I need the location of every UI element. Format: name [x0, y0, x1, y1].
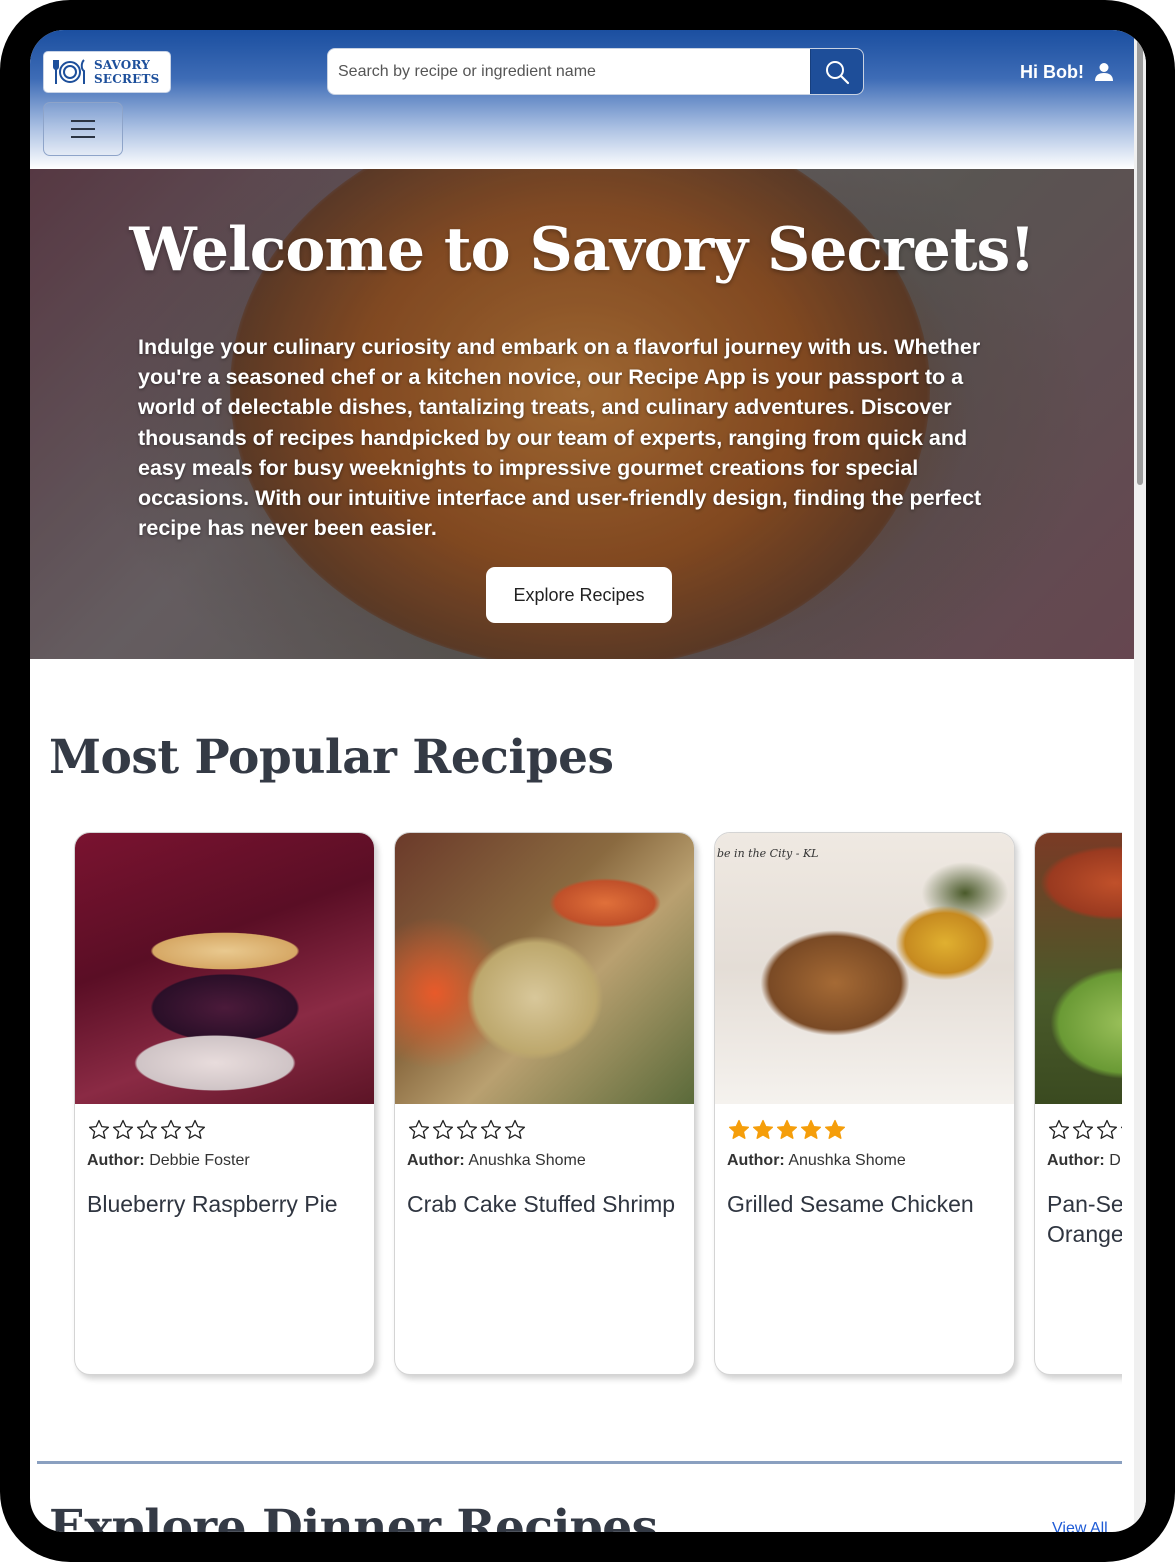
logo-line-2: SECRETS: [94, 72, 160, 86]
author-label: Author:: [87, 1152, 145, 1169]
author-label: Author:: [1047, 1152, 1105, 1169]
star-filled-icon[interactable]: [775, 1118, 799, 1142]
recipe-card[interactable]: Author: Debbie Foster Blueberry Raspberr…: [74, 832, 375, 1375]
scrollbar-thumb[interactable]: [1137, 40, 1143, 485]
star-outline-icon[interactable]: [431, 1118, 455, 1142]
star-filled-icon[interactable]: [727, 1118, 751, 1142]
recipe-author: Author: Anushka Shome: [407, 1152, 682, 1170]
recipe-author: Author: D: [1047, 1152, 1122, 1170]
star-filled-icon[interactable]: [823, 1118, 847, 1142]
author-name: Debbie Foster: [149, 1152, 250, 1169]
star-outline-icon[interactable]: [1119, 1118, 1122, 1142]
recipe-image: [1035, 833, 1122, 1104]
greeting-text: Hi Bob!: [1020, 61, 1084, 82]
image-caption: be in the City - KL: [717, 847, 819, 860]
logo-line-1: SAVORY: [94, 58, 151, 72]
user-greeting[interactable]: Hi Bob!: [1020, 60, 1114, 84]
screen: SAVORY SECRETS Hi Bob!: [30, 30, 1146, 1532]
star-outline-icon[interactable]: [111, 1118, 135, 1142]
recipe-title[interactable]: Blueberry Raspberry Pie: [87, 1189, 362, 1219]
recipe-image: [395, 833, 694, 1104]
star-outline-icon[interactable]: [1095, 1118, 1119, 1142]
author-label: Author:: [407, 1152, 465, 1169]
section-divider: [37, 1461, 1122, 1464]
recipe-title[interactable]: Pan-Se Orange: [1047, 1189, 1122, 1249]
plate-cutlery-icon: [53, 59, 85, 84]
recipe-author: Author: Debbie Foster: [87, 1152, 362, 1170]
star-outline-icon[interactable]: [183, 1118, 207, 1142]
hero-title: Welcome to Savory Secrets!: [129, 215, 1035, 285]
search-button[interactable]: [810, 49, 863, 94]
star-filled-icon[interactable]: [751, 1118, 775, 1142]
star-filled-icon[interactable]: [799, 1118, 823, 1142]
site-header: SAVORY SECRETS Hi Bob!: [30, 30, 1134, 169]
logo[interactable]: SAVORY SECRETS: [43, 51, 171, 93]
hero-description: Indulge your culinary curiosity and emba…: [138, 335, 982, 541]
rating-stars[interactable]: [727, 1118, 1002, 1144]
recipe-author: Author: Anushka Shome: [727, 1152, 1002, 1170]
search-icon: [826, 60, 850, 84]
popular-recipes-carousel[interactable]: Author: Debbie Foster Blueberry Raspberr…: [30, 830, 1122, 1390]
rating-stars[interactable]: [1047, 1118, 1122, 1144]
recipe-card[interactable]: Author: Anushka Shome Crab Cake Stuffed …: [394, 832, 695, 1375]
user-icon: [1094, 63, 1113, 81]
recipe-image: [75, 833, 374, 1104]
author-name: Anushka Shome: [468, 1152, 586, 1169]
page-scrollbar[interactable]: [1134, 30, 1146, 1532]
author-name: D: [1109, 1152, 1121, 1169]
recipe-card[interactable]: Author: D Pan-Se Orange: [1034, 832, 1122, 1375]
recipe-card[interactable]: be in the City - KL Author: Anushka Shom…: [714, 832, 1015, 1375]
hamburger-menu-icon: [71, 120, 95, 138]
star-outline-icon[interactable]: [135, 1118, 159, 1142]
star-outline-icon[interactable]: [455, 1118, 479, 1142]
recipe-image: be in the City - KL: [715, 833, 1014, 1104]
logo-text: SAVORY SECRETS: [94, 58, 159, 86]
star-outline-icon[interactable]: [503, 1118, 527, 1142]
search-bar: [327, 48, 864, 95]
star-outline-icon[interactable]: [87, 1118, 111, 1142]
dinner-section-title: Explore Dinner Recipes: [49, 1500, 658, 1532]
search-input[interactable]: [328, 49, 810, 94]
star-outline-icon[interactable]: [407, 1118, 431, 1142]
star-outline-icon[interactable]: [159, 1118, 183, 1142]
rating-stars[interactable]: [407, 1118, 682, 1144]
popular-section-title: Most Popular Recipes: [49, 730, 614, 785]
explore-recipes-button[interactable]: Explore Recipes: [486, 567, 672, 623]
star-outline-icon[interactable]: [1047, 1118, 1071, 1142]
hero-banner: Welcome to Savory Secrets! Indulge your …: [30, 169, 1134, 659]
star-outline-icon[interactable]: [479, 1118, 503, 1142]
recipe-title[interactable]: Grilled Sesame Chicken: [727, 1189, 1002, 1219]
device-bezel: SAVORY SECRETS Hi Bob!: [0, 0, 1175, 1562]
author-name: Anushka Shome: [788, 1152, 906, 1169]
author-label: Author:: [727, 1152, 785, 1169]
view-all-link[interactable]: View All: [1052, 1520, 1108, 1532]
recipe-title[interactable]: Crab Cake Stuffed Shrimp: [407, 1189, 682, 1219]
rating-stars[interactable]: [87, 1118, 362, 1144]
menu-toggle-button[interactable]: [43, 102, 123, 156]
star-outline-icon[interactable]: [1071, 1118, 1095, 1142]
